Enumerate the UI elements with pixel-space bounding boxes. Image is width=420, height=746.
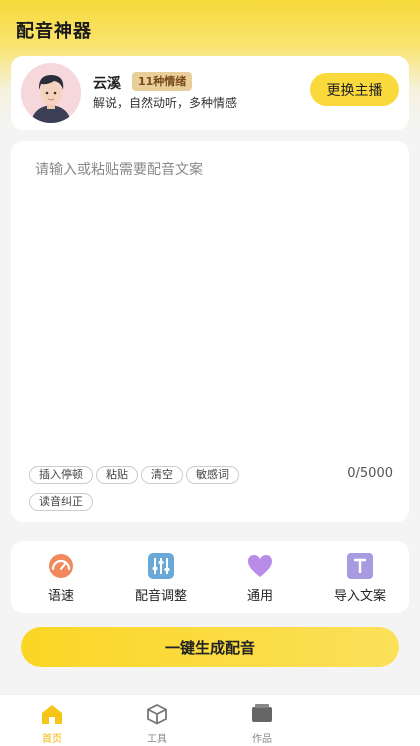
nav-tools-label: 工具 xyxy=(147,734,167,745)
clear-chip[interactable]: 清空 xyxy=(141,466,183,484)
editor-actions: 插入停顿 粘贴 清空 敏感词 读音纠正 xyxy=(29,463,349,517)
paste-chip[interactable]: 粘贴 xyxy=(96,466,138,484)
anchor-description: 解说，自然动听，多种情感 xyxy=(93,96,238,110)
home-icon xyxy=(42,705,62,724)
speedometer-icon xyxy=(49,554,73,578)
script-editor[interactable]: 请输入或粘贴需要配音文案 插入停顿 粘贴 清空 敏感词 读音纠正 0/5000 xyxy=(11,141,409,522)
tool-general-label: 通用 xyxy=(246,589,273,604)
tool-speed[interactable]: 语速 xyxy=(21,553,101,604)
cube-icon xyxy=(147,703,167,725)
nav-works[interactable]: 作品 xyxy=(232,703,292,746)
avatar[interactable] xyxy=(21,63,81,123)
text-import-icon xyxy=(347,553,373,579)
page-title: 配音神器 xyxy=(16,21,92,42)
nav-home-label: 首页 xyxy=(42,734,62,745)
nav-works-label: 作品 xyxy=(252,734,272,745)
tool-general[interactable]: 通用 xyxy=(220,553,300,604)
tool-voice-adjust[interactable]: 配音调整 xyxy=(121,553,201,604)
anchor-name: 云溪 xyxy=(93,76,121,92)
equalizer-icon xyxy=(148,553,174,579)
tool-speed-label: 语速 xyxy=(47,589,74,604)
bottom-nav: 首页 工具 作品 xyxy=(0,694,420,746)
heart-icon xyxy=(248,555,272,577)
works-icon xyxy=(252,704,272,722)
nav-home[interactable]: 首页 xyxy=(22,703,82,746)
character-counter: 0/5000 xyxy=(347,466,393,481)
tool-import-text[interactable]: 导入文案 xyxy=(320,553,400,604)
anchor-card: 云溪 11种情绪 解说，自然动听，多种情感 更换主播 xyxy=(11,56,409,130)
avatar-portrait-icon xyxy=(21,63,81,123)
tool-voice-adjust-label: 配音调整 xyxy=(134,589,187,604)
insert-pause-chip[interactable]: 插入停顿 xyxy=(29,466,93,484)
emotion-badge: 11种情绪 xyxy=(132,72,193,91)
script-input-placeholder: 请输入或粘贴需要配音文案 xyxy=(35,162,203,178)
pronunciation-fix-chip[interactable]: 读音纠正 xyxy=(29,493,93,511)
sensitive-words-chip[interactable]: 敏感词 xyxy=(186,466,239,484)
generate-voiceover-button[interactable]: 一键生成配音 xyxy=(21,627,399,667)
tool-import-text-label: 导入文案 xyxy=(333,589,386,604)
change-anchor-button[interactable]: 更换主播 xyxy=(310,73,399,106)
tools-card: 语速 配音调整 通用 导入文案 xyxy=(11,541,409,613)
nav-tools[interactable]: 工具 xyxy=(127,703,187,746)
